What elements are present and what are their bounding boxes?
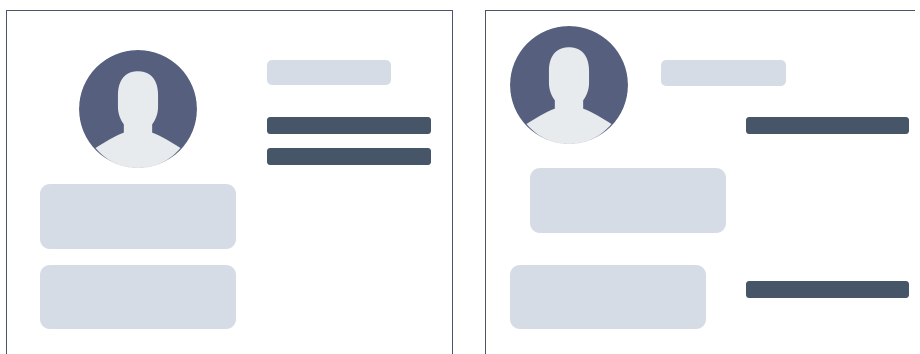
title-placeholder (267, 60, 391, 85)
content-block-placeholder (530, 168, 726, 233)
text-line-placeholder (267, 117, 431, 134)
content-block-placeholder (40, 184, 236, 249)
left-wireframe-panel (6, 10, 453, 354)
text-line-placeholder (746, 281, 909, 298)
text-line-placeholder (267, 148, 431, 165)
content-block-placeholder (40, 265, 236, 329)
right-wireframe-panel (485, 10, 915, 354)
content-block-placeholder (510, 265, 706, 329)
user-avatar-icon (79, 50, 197, 168)
user-avatar-icon (510, 26, 628, 144)
text-line-placeholder (746, 117, 909, 134)
title-placeholder (661, 60, 786, 86)
